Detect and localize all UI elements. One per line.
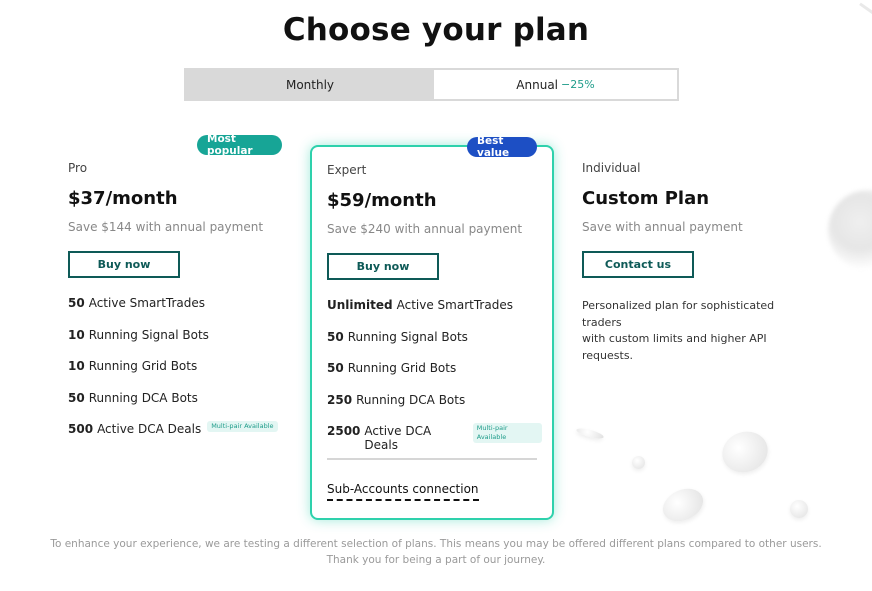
- feature-item: 2500 Active DCA Deals Multi-pair Available: [327, 423, 542, 456]
- annual-option[interactable]: Annual −25%: [434, 70, 677, 99]
- decorative-coin: [790, 500, 808, 518]
- feature-text: Running Signal Bots: [88, 327, 209, 342]
- plan-description: Personalized plan for sophisticated trad…: [582, 298, 812, 364]
- description-line: with custom limits and higher API reques…: [582, 332, 767, 362]
- feature-text: Active DCA Deals: [97, 422, 202, 436]
- page-title: Choose your plan: [282, 12, 590, 48]
- monthly-option[interactable]: Monthly: [186, 70, 434, 99]
- feature-item: 10 Running Signal Bots: [68, 328, 288, 360]
- billing-period-toggle: Monthly Annual −25%: [184, 68, 679, 101]
- footer-line: Thank you for being a part of our journe…: [326, 554, 546, 566]
- best-value-badge: Best value: [467, 135, 537, 159]
- plan-card-pro: Pro $37/month Save $144 with annual paym…: [68, 161, 288, 470]
- plan-tier: Individual: [582, 161, 641, 175]
- feature-count: 50: [68, 390, 85, 405]
- feature-text: Active DCA Deals: [364, 424, 432, 452]
- decorative-coin: [575, 426, 605, 441]
- sub-accounts-link[interactable]: Sub-Accounts connection: [327, 482, 479, 501]
- footer-line: To enhance your experience, we are testi…: [50, 538, 822, 550]
- plan-card-individual: Individual Custom Plan Save with annual …: [582, 161, 822, 364]
- plan-savings: Save with annual payment: [582, 220, 743, 234]
- most-popular-badge: Most popular: [197, 133, 282, 157]
- feature-text: Running DCA Bots: [88, 390, 198, 405]
- plan-savings: Save $240 with annual payment: [327, 222, 523, 236]
- description-line: Personalized plan for sophisticated trad…: [582, 299, 775, 329]
- multi-pair-tag: Multi-pair Available: [207, 421, 278, 432]
- feature-count: 10: [68, 327, 85, 342]
- contact-us-button[interactable]: Contact us: [582, 251, 694, 278]
- feature-item: 50 Active SmartTrades: [68, 296, 288, 328]
- feature-count: 500: [68, 422, 94, 436]
- plan-tier: Expert: [327, 163, 367, 177]
- decorative-coin: [657, 482, 709, 528]
- feature-text: Running Grid Bots: [347, 361, 457, 375]
- feature-item: 50 Running DCA Bots: [68, 391, 288, 423]
- decorative-coin: [716, 425, 774, 479]
- annual-discount: −25%: [561, 78, 595, 91]
- feature-count: 2500: [327, 424, 361, 438]
- multi-pair-tag: Multi-pair Available: [472, 423, 542, 443]
- buy-now-button[interactable]: Buy now: [327, 253, 439, 280]
- feature-text: Running DCA Bots: [356, 392, 466, 407]
- plan-price: Custom Plan: [582, 188, 710, 209]
- feature-count: 50: [327, 361, 344, 375]
- plan-price: $37/month: [68, 188, 178, 209]
- feature-count: Unlimited: [327, 298, 393, 312]
- buy-now-button[interactable]: Buy now: [68, 251, 180, 278]
- feature-item: 250 Running DCA Bots: [327, 393, 542, 425]
- monthly-label: Monthly: [285, 77, 335, 92]
- feature-item: Unlimited Active SmartTrades: [327, 298, 542, 330]
- feature-list: 50 Active SmartTrades 10 Running Signal Bo…: [68, 296, 288, 454]
- card-divider: [327, 458, 537, 460]
- decorative-coin: [632, 456, 645, 469]
- plan-price: $59/month: [327, 190, 437, 211]
- annual-label: Annual: [516, 77, 559, 92]
- plan-content-expert: Expert $59/month Save $240 with annual p…: [327, 163, 542, 472]
- feature-item: 50 Running Grid Bots: [327, 361, 542, 393]
- feature-count: 250: [327, 392, 353, 407]
- feature-text: Active SmartTrades: [396, 298, 513, 312]
- plan-savings: Save $144 with annual payment: [68, 220, 264, 234]
- feature-count: 50: [68, 296, 85, 310]
- feature-list: Unlimited Active SmartTrades 50 Running Si…: [327, 298, 542, 456]
- footer-note: To enhance your experience, we are testi…: [0, 536, 872, 568]
- feature-item: 10 Running Grid Bots: [68, 359, 288, 391]
- feature-text: Running Grid Bots: [88, 359, 198, 373]
- feature-item: 500 Active DCA Deals Multi-pair Available: [68, 421, 288, 454]
- plan-tier: Pro: [68, 161, 88, 175]
- feature-text: Running Signal Bots: [347, 329, 468, 344]
- decorative-coin: [828, 190, 872, 270]
- feature-count: 10: [68, 359, 85, 373]
- feature-text: Active SmartTrades: [88, 296, 206, 310]
- feature-item: 50 Running Signal Bots: [327, 330, 542, 362]
- feature-count: 50: [327, 329, 344, 344]
